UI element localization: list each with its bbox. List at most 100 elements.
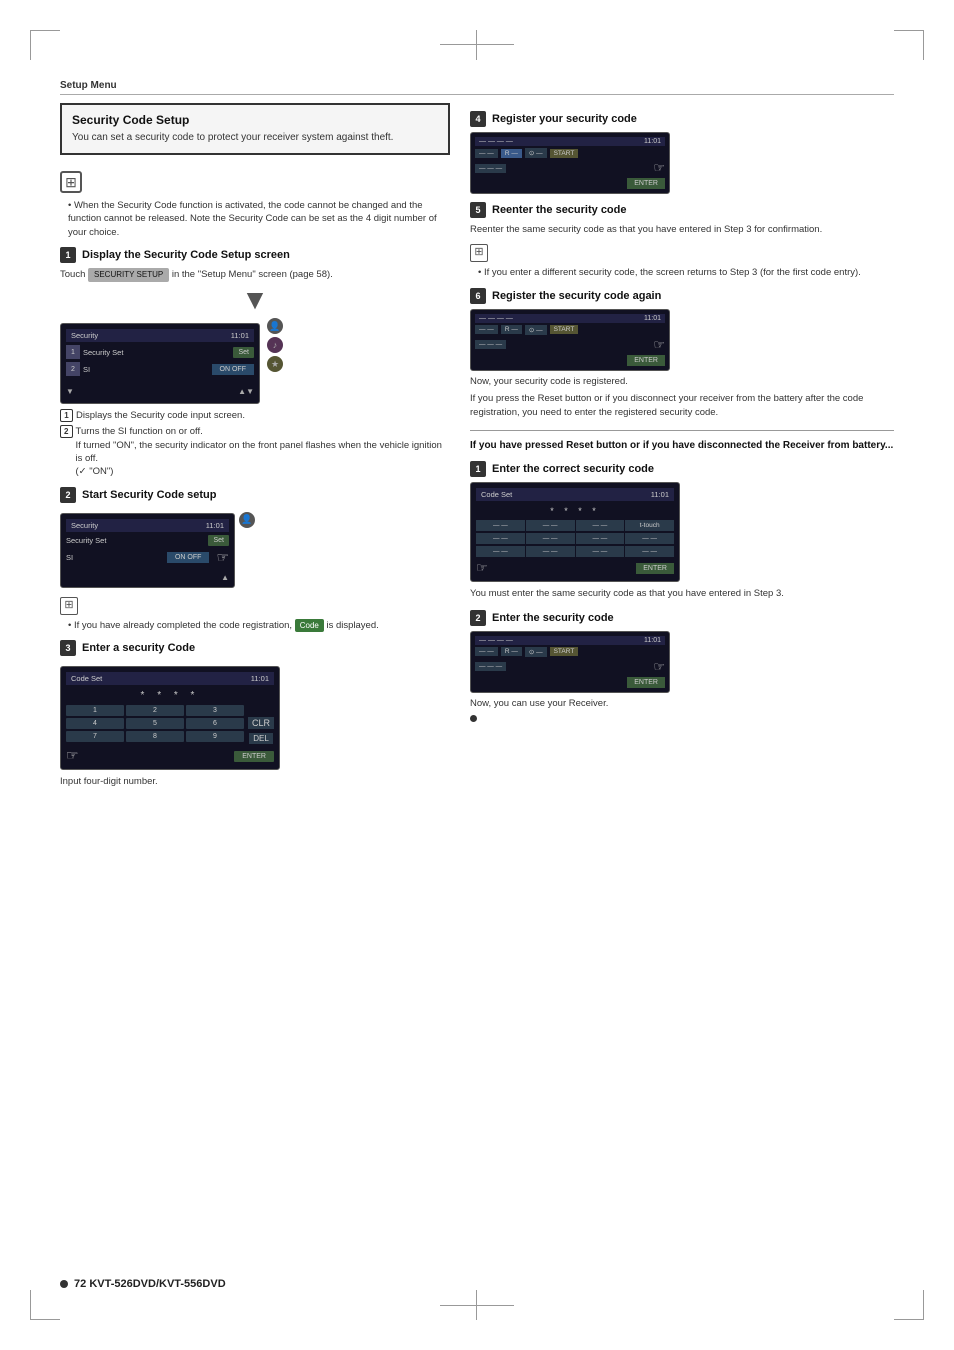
step1-touch-word: Touch xyxy=(60,269,85,280)
step6-screen-container: — — — — 11:01 — — R — ⊙ — START — — — ☞ xyxy=(470,309,894,371)
np-r1: — — xyxy=(476,520,525,531)
step3-screen-container: Code Set 11:01 * * * * 1 2 3 4 5 xyxy=(60,661,450,775)
security-screen-1: Security 11:01 1 Security Set Set 2 SI O… xyxy=(60,323,260,404)
screen-row-2: 2 SI ON OFF xyxy=(66,362,254,376)
btn-4: 4 xyxy=(66,718,124,729)
step2-note-badge: Code xyxy=(295,619,324,632)
enter-btn-3: ENTER xyxy=(234,751,274,762)
btn-5: 5 xyxy=(126,718,184,729)
step5-note-icon: ⊞ xyxy=(470,244,488,262)
rs2-btn-2: R — xyxy=(501,647,522,656)
step1-num: 1 xyxy=(60,247,76,263)
rs2-bottom: — — — ☞ xyxy=(475,659,665,675)
top-label: Setup Menu xyxy=(60,80,894,95)
reg6-enter-row: ENTER xyxy=(475,355,665,366)
step2-note-icon: ⊞ xyxy=(60,597,78,615)
footer: 72 KVT-526DVD/KVT-556DVD xyxy=(60,1278,894,1290)
reg-screen-top-6: — — — — 11:01 xyxy=(475,314,665,323)
np3-r3: — — xyxy=(576,546,625,557)
reset-step2-title: Enter the security code xyxy=(492,612,614,624)
step1-title: Display the Security Code Setup screen xyxy=(82,249,290,261)
time-display-2: 11:01 xyxy=(206,521,224,530)
del-btn: DEL xyxy=(249,733,273,744)
numpad-container: 1 2 3 4 5 6 7 8 9 xyxy=(66,703,244,744)
reg-screen-top-4: — — — — 11:01 xyxy=(475,137,665,146)
step1-body2: in the "Setup Menu" screen (page 58). xyxy=(172,269,333,280)
corner-mark-br xyxy=(894,1290,924,1320)
btn-2: 2 xyxy=(126,705,184,716)
btn-6: 6 xyxy=(186,718,244,729)
reset-code-time: 11:01 xyxy=(651,490,669,499)
rs2-enter-btn: ENTER xyxy=(627,677,665,688)
reset-step1-num: 1 xyxy=(470,461,486,477)
btn-3: 3 xyxy=(186,705,244,716)
np3-r4: — — xyxy=(625,546,674,557)
reset-s2-label: — — — — xyxy=(479,637,513,644)
ann-num-2: 2 xyxy=(60,425,73,438)
reg-btn-r3: ⊙ — xyxy=(525,148,547,158)
reg-btn-r2: R — xyxy=(501,149,522,158)
step3-body: Input four-digit number. xyxy=(60,775,450,789)
corner-mark-tl xyxy=(30,30,60,60)
step4-num: 4 xyxy=(470,111,486,127)
reset-step1-body: You must enter the same security code as… xyxy=(470,587,894,601)
np-r2: — — xyxy=(526,520,575,531)
step4-header: 4 Register your security code xyxy=(470,111,894,127)
code-screen-3: Code Set 11:01 * * * * 1 2 3 4 5 xyxy=(60,666,280,770)
reg6-hand: ☞ xyxy=(653,337,665,353)
note-icon: ⊞ xyxy=(60,171,82,193)
register-screen-4: — — — — 11:01 — — R — ⊙ — START — — — ☞ xyxy=(470,132,670,194)
step2-num: 2 xyxy=(60,487,76,503)
star-icon: ★ xyxy=(267,356,283,372)
reg-time-4: 11:01 xyxy=(644,138,661,145)
step6-title: Register the security code again xyxy=(492,290,661,302)
corner-mark-bl xyxy=(30,1290,60,1320)
np2-r1: — — xyxy=(476,533,525,544)
np-r4: t-touch xyxy=(625,520,674,531)
reset-step1-title: Enter the correct security code xyxy=(492,463,654,475)
reset-step2-body: Now, you can use your Receiver. xyxy=(470,697,894,711)
setup-box-title: Security Code Setup xyxy=(72,113,438,127)
reg-enter-row: ENTER xyxy=(475,178,665,189)
step2-hand-icon: ☞ xyxy=(216,549,229,566)
reset-code-bottom: ☞ ENTER xyxy=(476,560,674,576)
step2-title: Start Security Code setup xyxy=(82,489,216,501)
reset-step2-screen: — — — — 11:01 — — R — ⊙ — START — — — ☞ xyxy=(470,631,670,693)
code-set-label-3: Code Set xyxy=(71,674,102,683)
reset-step1-header: 1 Enter the correct security code xyxy=(470,461,894,477)
reg6-start: START xyxy=(550,325,579,334)
reset-code-top: Code Set 11:01 xyxy=(476,488,674,501)
reg-media-btn: — — — xyxy=(475,164,506,173)
step4-screen-container: — — — — 11:01 — — R — ⊙ — START — — — ☞ xyxy=(470,132,894,194)
reg-enter-btn-4: ENTER xyxy=(627,178,665,189)
step5-body: Reenter the same security code as that y… xyxy=(470,223,894,237)
side-icons: 👤 ♪ ★ xyxy=(267,318,283,372)
reset-s2-time: 11:01 xyxy=(644,637,661,644)
two-column-layout: Security Code Setup You can set a securi… xyxy=(60,103,894,792)
code-time-3: 11:01 xyxy=(251,674,269,683)
annotation-2: 2 Turns the SI function on or off. If tu… xyxy=(60,425,450,478)
numpad-3: 1 2 3 4 5 6 7 8 9 xyxy=(66,705,244,742)
ann-text-1: Displays the Security code input screen. xyxy=(76,409,245,422)
security-label-2: Security xyxy=(71,521,98,530)
code-right-area: CLR DEL xyxy=(248,703,274,744)
reg-row-6-1: — — R — ⊙ — START xyxy=(475,325,665,335)
reg6-btn-1: — — xyxy=(475,325,498,334)
set-button: Set xyxy=(233,347,254,358)
rs2-hand: ☞ xyxy=(653,659,665,675)
footer-model: KVT-526DVD/KVT-556DVD xyxy=(89,1278,225,1290)
reset-hand-icon: ☞ xyxy=(476,560,488,576)
step3-num: 3 xyxy=(60,640,76,656)
step2-toggle: ON OFF xyxy=(167,552,209,563)
np2-r2: — — xyxy=(526,533,575,544)
np-r3: — — xyxy=(576,520,625,531)
reset-numpad-3: — — — — — — — — xyxy=(476,546,674,557)
annotation-1: 1 Displays the Security code input scree… xyxy=(60,409,450,422)
step2-security-set: Security Set xyxy=(66,536,205,545)
page-content: Setup Menu Security Code Setup You can s… xyxy=(60,80,894,1270)
reg6-btn-2: R — xyxy=(501,325,522,334)
step6-body1: Now, your security code is registered. xyxy=(470,375,894,389)
step2-note: If you have already completed the code r… xyxy=(60,619,450,632)
step2-header: 2 Start Security Code setup xyxy=(60,487,450,503)
crosshair-top-v xyxy=(476,30,477,60)
